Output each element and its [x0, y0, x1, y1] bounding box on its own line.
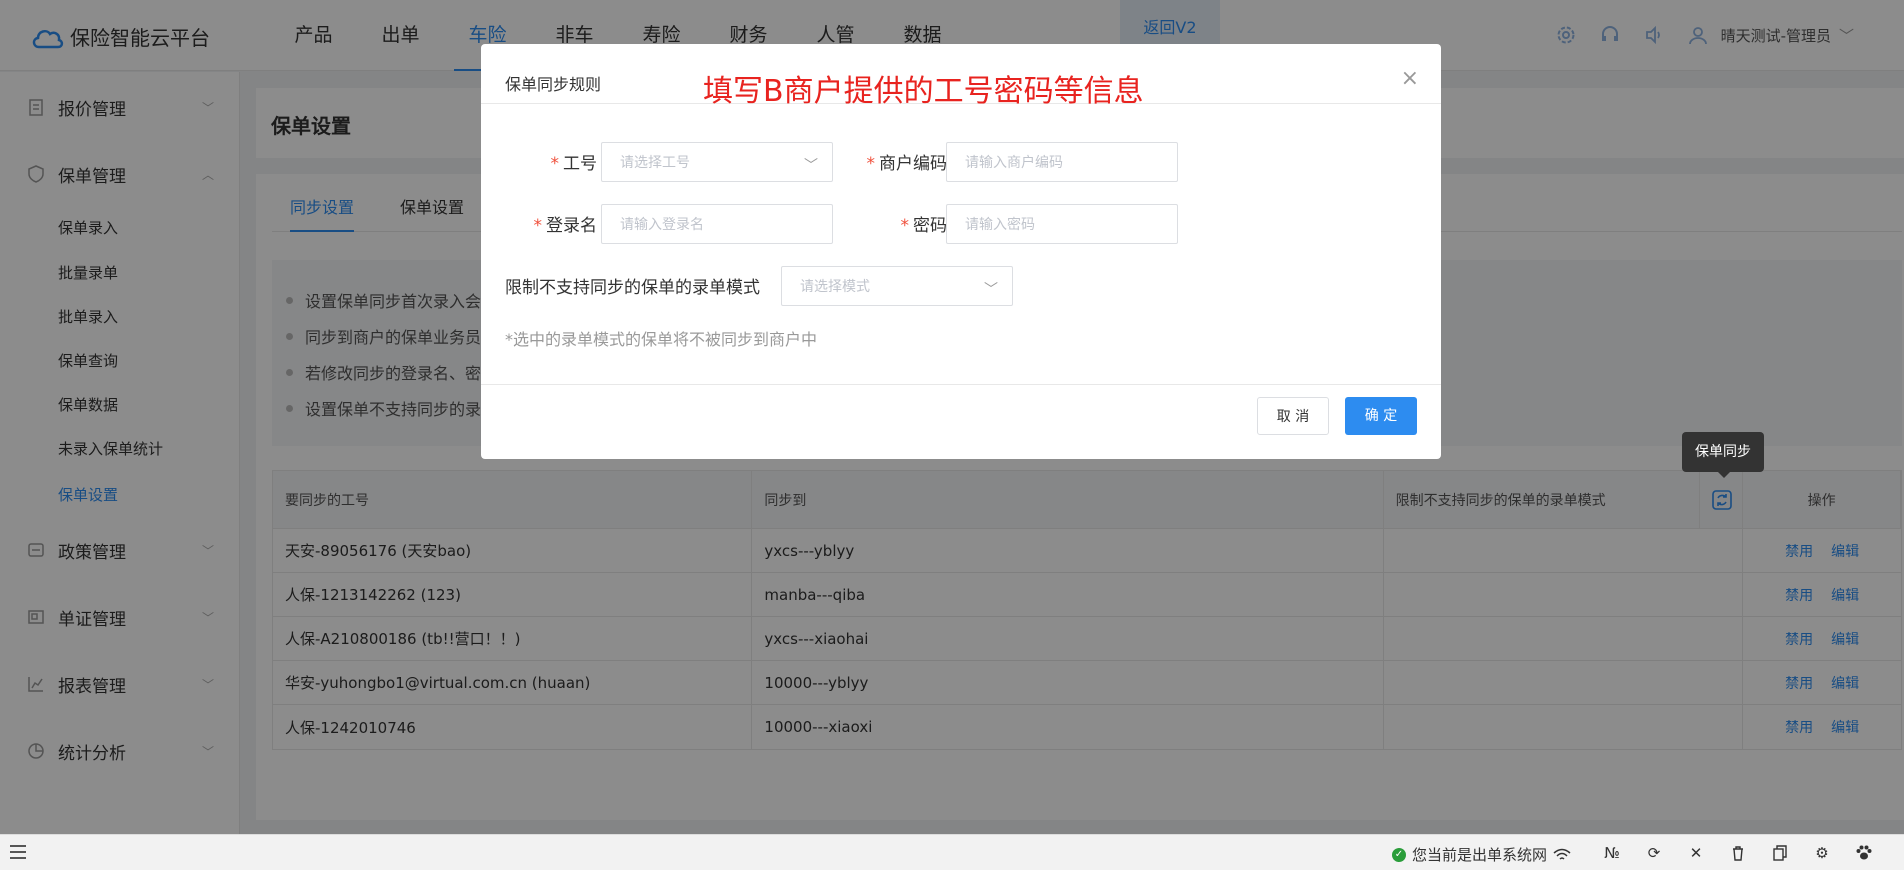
status-icons: № ⟳ ✕ ⚙: [1602, 843, 1874, 863]
mode-label: 限制不支持同步的保单的录单模式: [505, 278, 760, 298]
merchant-code-label: * 商户编码: [866, 154, 948, 174]
login-label: * 登录名: [533, 216, 598, 236]
account-label: * 工号: [550, 154, 598, 174]
status-bar: ✓ 您当前是出单系统网 № ⟳ ✕ ⚙: [0, 834, 1904, 870]
close-icon[interactable]: ×: [1401, 66, 1419, 91]
sync-tooltip: 保单同步: [1682, 432, 1764, 478]
paw-icon[interactable]: [1854, 843, 1874, 863]
mode-select[interactable]: 请选择模式 ﹀: [781, 266, 1013, 306]
sync-rule-modal: 保单同步规则 填写B商户提供的工号密码等信息 × * 工号 请选择工号 ﹀ * 商户…: [481, 44, 1441, 459]
modal-annotation: 填写B商户提供的工号密码等信息: [703, 74, 1144, 109]
modal-title: 保单同步规则: [505, 75, 602, 94]
confirm-button[interactable]: 确 定: [1345, 397, 1417, 435]
gear-icon[interactable]: ⚙: [1812, 843, 1832, 863]
modal-footer: 取 消 确 定: [481, 384, 1441, 459]
chevron-down-icon: ﹀: [984, 282, 998, 298]
account-select[interactable]: 请选择工号 ﹀: [601, 142, 833, 182]
login-input[interactable]: 请输入登录名: [601, 204, 833, 244]
check-icon: ✓: [1392, 847, 1406, 862]
menu-icon[interactable]: [8, 843, 28, 861]
wifi-icon: [1553, 848, 1571, 860]
mode-hint: *选中的录单模式的保单将不被同步到商户中: [505, 330, 818, 349]
trash-icon[interactable]: [1728, 843, 1748, 863]
chevron-down-icon: ﹀: [804, 158, 818, 174]
password-input[interactable]: 请输入密码: [946, 204, 1178, 244]
refresh-icon[interactable]: ⟳: [1644, 843, 1664, 863]
password-label: * 密码: [900, 216, 948, 236]
merchant-code-input[interactable]: 请输入商户编码: [946, 142, 1178, 182]
close-icon[interactable]: ✕: [1686, 843, 1706, 863]
number-icon[interactable]: №: [1602, 843, 1622, 863]
modal-header: 保单同步规则 填写B商户提供的工号密码等信息 ×: [481, 44, 1441, 109]
status-message: ✓ 您当前是出单系统网: [1392, 844, 1571, 865]
copy-icon[interactable]: [1770, 843, 1790, 863]
cancel-button[interactable]: 取 消: [1257, 397, 1329, 435]
